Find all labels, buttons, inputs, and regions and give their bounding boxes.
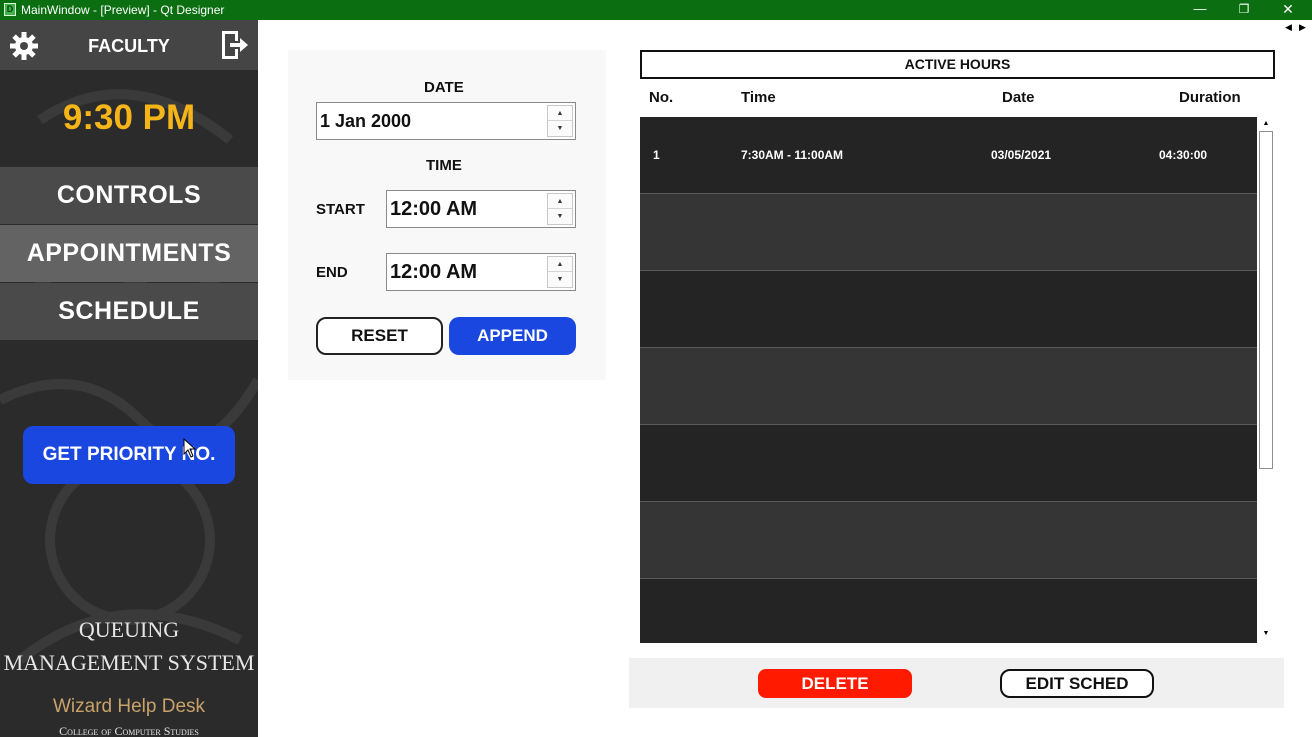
schedule-form-panel: DATE 1 Jan 2000 ▲ ▼ TIME START 12:00 AM … xyxy=(288,50,606,380)
brand-title-line2: MANAGEMENT SYSTEM xyxy=(3,650,255,675)
scroll-thumb[interactable] xyxy=(1259,131,1273,469)
brand-title-line1: QUEUING xyxy=(78,617,180,642)
date-heading: DATE xyxy=(424,79,464,96)
date-value: 1 Jan 2000 xyxy=(320,110,412,131)
start-label: START xyxy=(316,201,365,218)
append-button[interactable]: APPEND xyxy=(449,317,576,355)
start-time-picker[interactable]: 12:00 AM ▲ ▼ xyxy=(386,190,576,228)
cell-no: 1 xyxy=(653,148,660,162)
end-time-picker[interactable]: 12:00 AM ▲ ▼ xyxy=(386,253,576,291)
gear-icon[interactable] xyxy=(8,30,40,62)
window-title-bar: D MainWindow - [Preview] - Qt Designer —… xyxy=(0,0,1312,20)
start-spin-buttons: ▲ ▼ xyxy=(547,193,573,225)
restore-button[interactable]: ❐ xyxy=(1222,0,1266,20)
start-down-icon[interactable]: ▼ xyxy=(548,209,572,224)
start-up-icon[interactable]: ▲ xyxy=(548,194,572,209)
delete-button[interactable]: DELETE xyxy=(758,669,912,698)
qt-designer-app-icon: D xyxy=(4,3,16,16)
scroll-up-icon[interactable]: ▲ xyxy=(1258,117,1274,131)
end-time-value: 12:00 AM xyxy=(390,260,478,283)
table-row[interactable] xyxy=(640,502,1257,579)
active-hours-table: 1 7:30AM - 11:00AM 03/05/2021 04:30:00 xyxy=(640,117,1257,643)
date-picker[interactable]: 1 Jan 2000 ▲ ▼ xyxy=(316,102,576,140)
get-priority-number-button[interactable]: GET PRIORITY NO. xyxy=(23,426,235,484)
close-button[interactable]: ✕ xyxy=(1266,0,1310,20)
table-row[interactable] xyxy=(640,579,1257,643)
start-time-value: 12:00 AM xyxy=(390,197,478,220)
end-label: END xyxy=(316,264,348,281)
brand-college: College of Computer Studies xyxy=(59,724,199,737)
nav-schedule[interactable]: SCHEDULE xyxy=(0,283,258,340)
window-title: MainWindow - [Preview] - Qt Designer xyxy=(21,3,225,17)
table-scrollbar[interactable]: ▲ ▼ xyxy=(1258,117,1274,643)
minimize-button[interactable]: — xyxy=(1178,0,1222,20)
column-header-date: Date xyxy=(1002,89,1035,106)
table-row[interactable] xyxy=(640,194,1257,271)
table-actions-bar: DELETE EDIT SCHED xyxy=(629,658,1284,708)
logout-icon[interactable] xyxy=(218,29,250,61)
brand-subtitle: Wizard Help Desk xyxy=(52,696,206,717)
nav-controls[interactable]: CONTROLS xyxy=(0,167,258,224)
column-header-time: Time xyxy=(741,89,776,106)
date-up-icon[interactable]: ▲ xyxy=(548,106,572,121)
cell-date: 03/05/2021 xyxy=(991,148,1052,162)
active-hours-title: ACTIVE HOURS xyxy=(640,50,1275,79)
qt-designer-preview-window: D MainWindow - [Preview] - Qt Designer —… xyxy=(0,0,1312,737)
date-spin-buttons: ▲ ▼ xyxy=(547,105,573,137)
date-down-icon[interactable]: ▼ xyxy=(548,121,572,136)
column-header-duration: Duration xyxy=(1179,89,1241,106)
faculty-label: FACULTY xyxy=(88,36,170,56)
cell-time: 7:30AM - 11:00AM xyxy=(741,148,844,162)
reset-button[interactable]: RESET xyxy=(316,317,443,355)
nav-arrows: ◀ ▶ xyxy=(1283,20,1311,36)
nav-right-icon[interactable]: ▶ xyxy=(1299,22,1306,33)
end-down-icon[interactable]: ▼ xyxy=(548,272,572,287)
cell-duration: 04:30:00 xyxy=(1159,148,1208,162)
table-row[interactable]: 1 7:30AM - 11:00AM 03/05/2021 04:30:00 xyxy=(640,117,1257,194)
scroll-down-icon[interactable]: ▼ xyxy=(1258,627,1274,641)
end-spin-buttons: ▲ ▼ xyxy=(547,256,573,288)
nav-appointments[interactable]: APPOINTMENTS xyxy=(0,225,258,282)
column-header-no: No. xyxy=(649,89,674,106)
clock-display: 9:30 PM xyxy=(62,98,196,137)
mouse-cursor-icon xyxy=(183,438,197,458)
sidebar-header: FACULTY xyxy=(0,20,258,70)
edit-schedule-button[interactable]: EDIT SCHED xyxy=(1000,669,1154,698)
table-row[interactable] xyxy=(640,271,1257,348)
nav-left-icon[interactable]: ◀ xyxy=(1285,22,1292,33)
table-row[interactable] xyxy=(640,425,1257,502)
end-up-icon[interactable]: ▲ xyxy=(548,257,572,272)
sidebar: FACULTY 9:30 PM CONTROLS APPOINTMENTS SC… xyxy=(0,20,258,737)
time-heading: TIME xyxy=(426,157,462,174)
table-row[interactable] xyxy=(640,348,1257,425)
